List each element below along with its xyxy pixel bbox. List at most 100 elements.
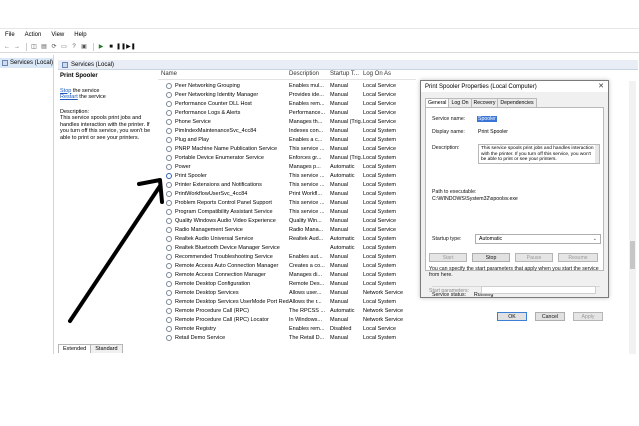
services-icon <box>2 60 8 66</box>
table-row[interactable]: Realtek Bluetooth Device Manager Service… <box>158 243 416 252</box>
ok-button[interactable]: OK <box>497 312 527 321</box>
pause-icon[interactable]: ❚❚ <box>116 43 126 51</box>
table-row[interactable]: Remote Access Auto Connection Manager Cre… <box>158 261 416 270</box>
properties-icon[interactable]: ▤ <box>40 43 48 51</box>
gear-icon <box>166 118 172 125</box>
tab-recovery[interactable]: Recovery <box>470 98 499 107</box>
tab-general[interactable]: General <box>425 98 450 107</box>
table-row[interactable]: Realtek Audio Universal Service Realtek A… <box>158 234 416 243</box>
vertical-scrollbar[interactable] <box>629 81 636 354</box>
service-name-cell: Portable Device Enumerator Service <box>158 154 289 161</box>
table-row[interactable]: Program Compatibility Assistant Service T… <box>158 207 416 216</box>
column-log-on-as[interactable]: Log On As <box>363 71 416 79</box>
close-icon[interactable]: ✕ <box>598 82 604 90</box>
dialog-title: Print Spooler Properties (Local Computer… <box>425 83 537 90</box>
service-startup-type: Manual <box>330 145 349 152</box>
table-row[interactable]: Performance Logs & Alerts Performance... M… <box>158 108 416 117</box>
service-log-on-as: Local System <box>363 136 397 143</box>
menu-action[interactable]: Action <box>20 32 47 38</box>
restart-link[interactable]: Restart <box>60 94 78 100</box>
table-row[interactable]: Peer Networking Identity Manager Provides… <box>158 90 416 99</box>
table-row[interactable]: Print Spooler This service ... Automatic Lo… <box>158 171 416 180</box>
service-startup-type: Manual <box>330 91 349 98</box>
gear-icon <box>166 280 172 287</box>
service-description: Remote Des... <box>289 280 325 287</box>
tab-dependencies[interactable]: Dependencies <box>497 98 537 107</box>
apply-button[interactable]: Apply <box>573 312 603 321</box>
stop-icon[interactable]: ■ <box>107 43 115 51</box>
start-button[interactable]: Start <box>429 253 467 262</box>
tab-extended[interactable]: Extended <box>58 344 92 353</box>
description-scrollbar[interactable] <box>595 145 599 163</box>
tab-log-on[interactable]: Log On <box>448 98 472 107</box>
menu-view[interactable]: View <box>46 32 69 38</box>
service-name: Remote Procedure Call (RPC) <box>175 307 249 314</box>
table-row[interactable]: Remote Procedure Call (RPC) Locator In Wi… <box>158 315 416 324</box>
service-name: Printer Extensions and Notifications <box>175 181 262 188</box>
column-description[interactable]: Description <box>289 71 330 79</box>
table-row[interactable]: Printer Extensions and Notifications This… <box>158 180 416 189</box>
table-row[interactable]: Quality Windows Audio Video Experience Qu… <box>158 216 416 225</box>
service-log-on-as: Local System <box>363 235 397 242</box>
service-name: PNRP Machine Name Publication Service <box>175 145 277 152</box>
back-icon[interactable]: ← <box>3 43 11 51</box>
table-row[interactable]: Remote Access Connection Manager Manages … <box>158 270 416 279</box>
menu-help[interactable]: Help <box>69 32 91 38</box>
cancel-button[interactable]: Cancel <box>535 312 565 321</box>
menu-file[interactable]: File <box>0 32 20 38</box>
export-icon[interactable]: ▭ <box>60 43 68 51</box>
service-name: Remote Desktop Services <box>175 289 239 296</box>
service-name-cell: Radio Management Service <box>158 226 289 233</box>
table-row[interactable]: PrintWorkflowUserSvc_4cc84 Print Workfl..… <box>158 189 416 198</box>
restart-icon[interactable]: ▶❚ <box>126 43 136 51</box>
tree-item-services-local[interactable]: Services (Local) <box>0 58 53 68</box>
console-tree-icon[interactable]: ◫ <box>30 43 38 51</box>
stop-link[interactable]: Stop <box>60 88 71 94</box>
table-row[interactable]: Portable Device Enumerator Service Enforc… <box>158 153 416 162</box>
table-row[interactable]: Remote Desktop Services Allows user... Man… <box>158 288 416 297</box>
gear-icon <box>166 127 172 134</box>
startup-type-select[interactable]: Automatic ⌄ <box>475 234 601 244</box>
table-row[interactable]: Phone Service Manages th... Manual (Trig..… <box>158 117 416 126</box>
service-name-cell: Performance Counter DLL Host <box>158 100 289 107</box>
table-row[interactable]: Power Manages p... Automatic Local System <box>158 162 416 171</box>
table-row[interactable]: Retail Demo Service The Retail D... Manual… <box>158 333 416 342</box>
table-row[interactable]: Peer Networking Grouping Enables mul... Ma… <box>158 81 416 90</box>
start-icon[interactable]: ▶ <box>97 43 105 51</box>
table-row[interactable]: Radio Management Service Radio Mana... Man… <box>158 225 416 234</box>
service-name-cell: Quality Windows Audio Video Experience <box>158 217 289 224</box>
resume-button[interactable]: Resume <box>558 253 598 262</box>
forward-icon[interactable]: → <box>13 43 21 51</box>
service-log-on-as: Network Service <box>363 316 404 323</box>
table-row[interactable]: Remote Registry Enables rem... Disabled Loc… <box>158 324 416 333</box>
service-startup-type: Manual <box>330 334 349 341</box>
table-row[interactable]: PimIndexMaintenanceSvc_4cc84 Indexes con.… <box>158 126 416 135</box>
table-row[interactable]: Plug and Play Enables a c... Manual Local S… <box>158 135 416 144</box>
table-row[interactable]: Remote Desktop Services UserMode Port Re… <box>158 297 416 306</box>
start-params-input[interactable] <box>481 286 596 294</box>
pause-button[interactable]: Pause <box>515 253 553 262</box>
table-row[interactable]: PNRP Machine Name Publication Service Thi… <box>158 144 416 153</box>
table-row[interactable]: Problem Reports Control Panel Support Thi… <box>158 198 416 207</box>
tab-standard[interactable]: Standard <box>90 344 123 353</box>
stop-button[interactable]: Stop <box>472 253 510 262</box>
display-name-value[interactable]: Print Spooler <box>478 129 508 135</box>
service-description: Manages th... <box>289 118 323 125</box>
column-startup-type[interactable]: Startup T... <box>330 71 363 79</box>
services-window: File Action View Help ← → ◫ ▤ ⟳ ▭ ? ▣ ▶ … <box>0 28 639 354</box>
table-row[interactable]: Remote Procedure Call (RPC) The RPCSS ...… <box>158 306 416 315</box>
description-box[interactable]: This service spools print jobs and handl… <box>478 144 600 164</box>
scrollbar-thumb[interactable] <box>630 241 635 269</box>
refresh-icon[interactable]: ⟳ <box>50 43 58 51</box>
table-row[interactable]: Performance Counter DLL Host Enables rem.… <box>158 99 416 108</box>
service-name-cell: Remote Registry <box>158 325 289 332</box>
table-row[interactable]: Remote Desktop Configuration Remote Des..… <box>158 279 416 288</box>
column-name[interactable]: Name <box>158 71 289 79</box>
help-view-icon[interactable]: ▣ <box>80 43 88 51</box>
service-description: This service ... <box>289 208 325 215</box>
service-name-value[interactable]: Spooler <box>477 116 497 122</box>
table-row[interactable]: Recommended Troubleshooting Service Enabl… <box>158 252 416 261</box>
service-name: Radio Management Service <box>175 226 243 233</box>
service-name-cell: Power <box>158 163 289 170</box>
help-icon[interactable]: ? <box>70 43 78 51</box>
